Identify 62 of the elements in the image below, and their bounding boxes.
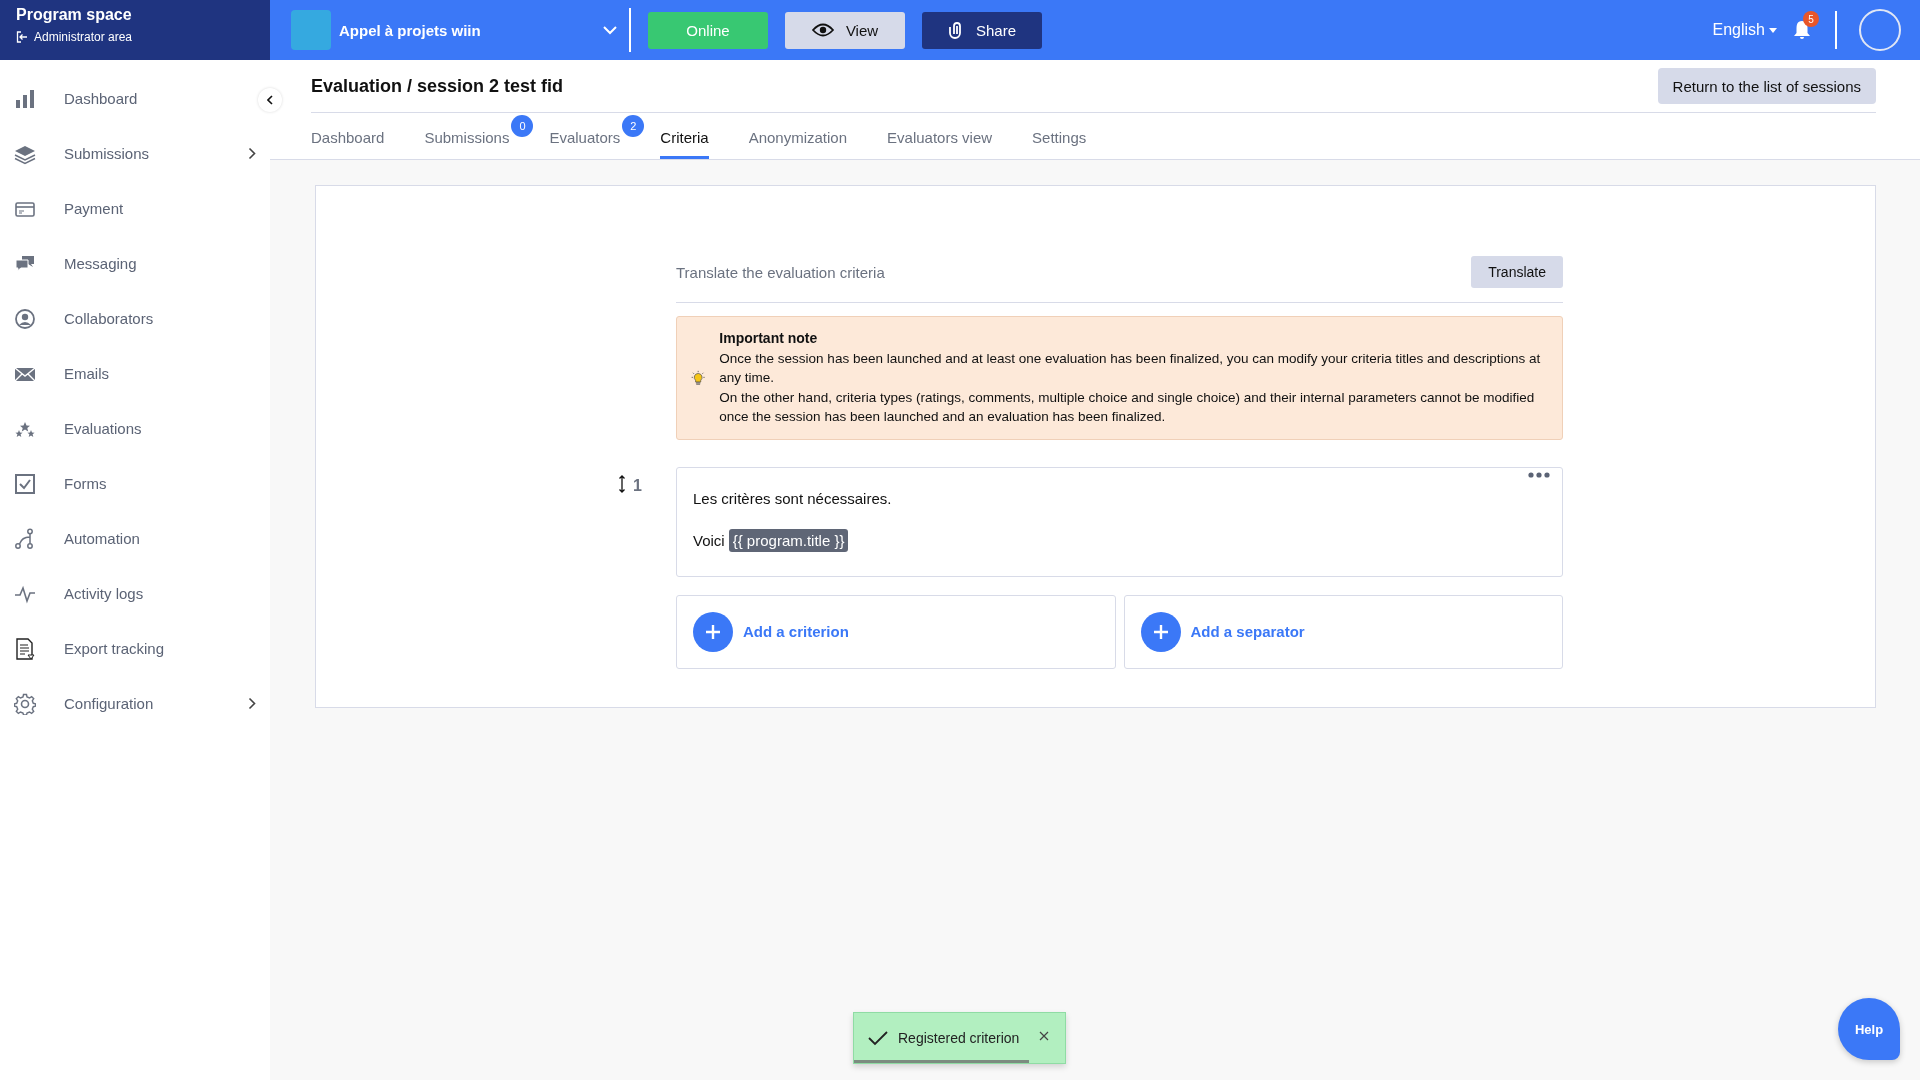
translate-label: Translate the evaluation criteria: [676, 263, 885, 281]
criterion-text: Les critères sont nécessaires.: [693, 489, 893, 507]
add-button[interactable]: Add a separator: [1123, 594, 1563, 669]
count-badge: 0: [511, 115, 534, 137]
eye-icon: [811, 23, 834, 37]
sidebar-item[interactable]: Activity logs: [0, 566, 270, 621]
return-button[interactable]: Return to the list of sessions: [1657, 68, 1876, 104]
program-logo: [291, 10, 331, 50]
chevron-down-icon: [603, 25, 617, 35]
sidebar-item[interactable]: Dashboard: [0, 71, 270, 126]
branch-icon: [14, 527, 36, 550]
chevron-left-icon: [267, 95, 273, 105]
add-button[interactable]: Add a criterion: [676, 594, 1116, 669]
note-text: On the other hand, criteria types (ratings, comments, multiple choice and single choice) and their internal parameters cannot be modified once the session has been launched and an evaluation has been finalized.: [719, 388, 1536, 426]
note-title: Important note: [719, 329, 819, 348]
notification-count: 5: [1803, 11, 1819, 27]
tab[interactable]: Criteria: [660, 129, 709, 159]
help-button[interactable]: Help: [1838, 998, 1900, 1060]
tab[interactable]: Settings: [1032, 129, 1087, 159]
sidebar-item[interactable]: Collaborators: [0, 291, 270, 346]
sidebar-item[interactable]: Forms: [0, 456, 270, 511]
sidebar-item[interactable]: Emails: [0, 346, 270, 401]
sidebar-item[interactable]: Automation: [0, 511, 270, 566]
admin-area-link[interactable]: Administrator area: [16, 30, 254, 44]
checkbox-icon: [14, 472, 36, 495]
variable-tag: {{ program.title }}: [728, 528, 849, 552]
sidebar-item[interactable]: Export tracking: [0, 621, 270, 676]
criterion-card[interactable]: Les critères sont nécessaires. Voici {{ program.title }}: [676, 466, 1563, 577]
count-badge: 2: [622, 115, 645, 137]
checkmark-icon: [868, 1030, 888, 1046]
toast-message: Registered criterion: [898, 1030, 1021, 1046]
sidebar-item[interactable]: Configuration: [0, 676, 270, 731]
sidebar-item[interactable]: Evaluations: [0, 401, 270, 456]
sidebar-item[interactable]: Messaging: [0, 236, 270, 291]
program-selector[interactable]: Appel à projets wiin: [291, 8, 631, 52]
page-title: Evaluation / session 2 test fid: [311, 75, 564, 97]
criterion-number: 1: [633, 476, 642, 495]
plus-icon: [1140, 611, 1181, 652]
sidebar-item[interactable]: Submissions: [0, 126, 270, 181]
exit-icon: [16, 31, 28, 43]
note-text: Once the session has been launched and at least one evaluation has been finalized, you can modify your criteria titles and descriptions at any time.: [719, 349, 1542, 387]
sidebar-title: Program space: [16, 6, 133, 24]
user-circle-icon: [14, 307, 36, 330]
tab[interactable]: Dashboard: [311, 129, 385, 159]
plus-icon: [693, 611, 733, 652]
share-button[interactable]: Share: [922, 11, 1042, 49]
view-button[interactable]: View: [785, 11, 905, 49]
criterion-text: Voici: [693, 531, 725, 549]
bar-chart-icon: [14, 87, 36, 110]
document-icon: [14, 637, 36, 660]
tab[interactable]: Anonymization: [748, 129, 848, 159]
more-icon[interactable]: [1528, 471, 1550, 478]
settings-icon: [14, 692, 36, 715]
language-dropdown[interactable]: English: [1712, 21, 1777, 39]
caret-icon: [1769, 27, 1777, 33]
sidebar-item[interactable]: Payment: [0, 181, 270, 236]
avatar[interactable]: [1859, 9, 1901, 51]
drag-handle-icon[interactable]: [619, 474, 625, 493]
translate-button[interactable]: Translate: [1471, 256, 1563, 288]
collapse-button[interactable]: [258, 88, 282, 112]
tab[interactable]: Evaluators view: [887, 129, 993, 159]
link-icon: [948, 20, 964, 40]
